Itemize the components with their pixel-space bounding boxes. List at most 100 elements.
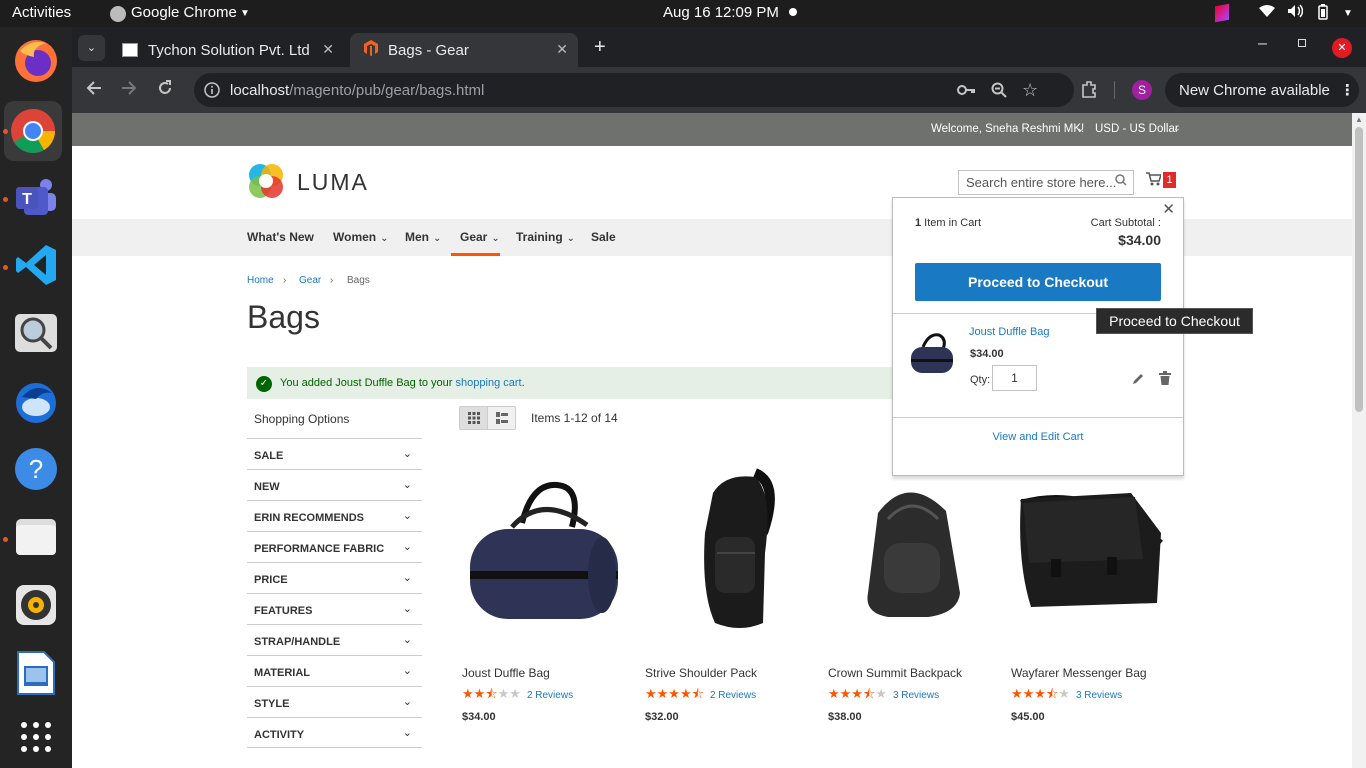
product-item[interactable]: Wayfarer Messenger Bag ★★★⯪★ 3 Reviews $4… xyxy=(1011,463,1186,723)
libreoffice-writer-icon[interactable] xyxy=(10,647,62,699)
close-tab-icon[interactable]: ✕ xyxy=(556,41,568,58)
product-name[interactable]: Wayfarer Messenger Bag xyxy=(1011,666,1147,680)
list-view-button[interactable] xyxy=(488,407,516,429)
thunderbird-icon[interactable] xyxy=(10,375,62,427)
back-icon[interactable] xyxy=(86,80,102,101)
profile-avatar[interactable]: S xyxy=(1132,80,1152,100)
cart-item-name[interactable]: Joust Duffle Bag xyxy=(969,326,1050,338)
search-icon[interactable] xyxy=(1115,174,1127,189)
page-scrollbar[interactable]: ▲ xyxy=(1352,113,1366,768)
wifi-icon[interactable] xyxy=(1258,4,1276,22)
extensions-icon[interactable] xyxy=(1080,80,1098,103)
qty-input[interactable]: 1 xyxy=(992,365,1037,391)
chrome-icon[interactable] xyxy=(4,101,62,161)
nav-sale[interactable]: Sale xyxy=(591,230,616,244)
files-icon[interactable] xyxy=(10,511,62,563)
reviews-link[interactable]: 3 Reviews xyxy=(893,690,939,701)
joust-duffle-bag-image[interactable] xyxy=(462,463,622,633)
filter-erin-recommends[interactable]: ERIN RECOMMENDS ⌄ xyxy=(247,500,422,531)
rhythmbox-icon[interactable] xyxy=(10,579,62,631)
scrollbar-thumb[interactable] xyxy=(1355,127,1363,412)
update-chrome-button[interactable]: New Chrome available ⋮ xyxy=(1165,73,1359,107)
currency-chevron-icon[interactable]: ⌄ xyxy=(1173,123,1181,134)
os-top-bar: Activities Google Chrome ▼ Aug 16 12:09 … xyxy=(0,0,1366,27)
reviews-link[interactable]: 2 Reviews xyxy=(527,690,573,701)
clock[interactable]: Aug 16 12:09 PM xyxy=(663,4,779,21)
close-tab-icon[interactable]: ✕ xyxy=(322,41,334,58)
proceed-to-checkout-button[interactable]: Proceed to Checkout xyxy=(915,263,1161,301)
activities-button[interactable]: Activities xyxy=(12,4,71,21)
app-menu-caret-icon[interactable]: ▼ xyxy=(240,8,250,19)
filter-activity[interactable]: ACTIVITY ⌄ xyxy=(247,717,422,748)
system-menu-caret-icon[interactable]: ▼ xyxy=(1343,8,1353,19)
reload-icon[interactable] xyxy=(157,80,173,101)
account-chevron-icon[interactable]: ⌄ xyxy=(1077,123,1085,134)
search-input[interactable]: Search entire store here... xyxy=(958,170,1134,195)
chevron-down-icon: ⌄ xyxy=(402,696,412,708)
address-bar[interactable]: localhost/magento/pub/gear/bags.html ☆ xyxy=(194,73,1074,107)
zoom-icon[interactable] xyxy=(991,82,1007,102)
logo-text: LUMA xyxy=(297,169,369,195)
forward-icon[interactable] xyxy=(121,80,137,101)
close-window-icon[interactable]: ✕ xyxy=(1332,38,1352,58)
shopping-cart-link[interactable]: shopping cart xyxy=(456,377,522,389)
teams-icon[interactable]: T xyxy=(10,171,62,223)
scroll-up-icon[interactable]: ▲ xyxy=(1355,115,1363,124)
filter-price[interactable]: PRICE ⌄ xyxy=(247,562,422,593)
crown-summit-backpack-image[interactable] xyxy=(828,463,988,633)
grid-view-button[interactable] xyxy=(460,407,488,429)
image-viewer-icon[interactable] xyxy=(10,307,62,359)
product-item[interactable]: Joust Duffle Bag ★★⯪★★ 2 Reviews $34.00 xyxy=(462,463,637,723)
firefox-icon[interactable] xyxy=(10,35,62,87)
grid-icon xyxy=(468,412,480,424)
cart-item-image[interactable] xyxy=(909,331,955,375)
bookmark-star-icon[interactable]: ☆ xyxy=(1022,80,1038,101)
minimize-window-icon[interactable]: – xyxy=(1258,35,1267,53)
reviews-link[interactable]: 2 Reviews xyxy=(710,690,756,701)
nav-women[interactable]: Women ⌄ xyxy=(333,230,389,244)
nav-whats-new[interactable]: What's New xyxy=(247,230,314,244)
product-item[interactable]: Crown Summit Backpack ★★★⯪★ 3 Reviews $38… xyxy=(828,463,1003,723)
cart-counter-badge[interactable]: 1 xyxy=(1163,172,1176,188)
new-tab-icon[interactable]: + xyxy=(594,36,606,59)
app-menu[interactable]: Google Chrome xyxy=(131,4,237,21)
filter-material[interactable]: MATERIAL ⌄ xyxy=(247,655,422,686)
currency-switcher[interactable]: USD - US Dollar xyxy=(1095,123,1179,135)
nav-training[interactable]: Training ⌄ xyxy=(516,230,575,244)
close-icon[interactable]: ✕ xyxy=(1162,200,1175,218)
product-name[interactable]: Strive Shoulder Pack xyxy=(645,666,757,680)
product-item[interactable]: Strive Shoulder Pack ★★★★⯪ 2 Reviews $32.… xyxy=(645,463,820,723)
reviews-link[interactable]: 3 Reviews xyxy=(1076,690,1122,701)
tab-bags-gear[interactable]: Bags - Gear ✕ xyxy=(350,33,578,67)
show-applications-icon[interactable] xyxy=(10,711,62,763)
trash-icon[interactable] xyxy=(1159,371,1171,390)
product-name[interactable]: Crown Summit Backpack xyxy=(828,666,962,680)
filter-sale[interactable]: SALE ⌄ xyxy=(247,438,422,469)
luma-logo[interactable]: LUMA xyxy=(247,162,367,205)
breadcrumb-gear[interactable]: Gear xyxy=(299,275,321,286)
cart-icon[interactable] xyxy=(1145,171,1163,192)
wayfarer-messenger-bag-image[interactable] xyxy=(1011,463,1171,633)
filter-features[interactable]: FEATURES ⌄ xyxy=(247,593,422,624)
help-icon[interactable]: ? xyxy=(10,443,62,495)
battery-icon[interactable] xyxy=(1316,4,1330,24)
tab-tychon[interactable]: Tychon Solution Pvt. Ltd ✕ xyxy=(108,33,344,67)
breadcrumb-home[interactable]: Home xyxy=(247,275,274,286)
edit-pencil-icon[interactable] xyxy=(1132,372,1144,390)
maximize-window-icon[interactable] xyxy=(1298,39,1306,47)
product-name[interactable]: Joust Duffle Bag xyxy=(462,666,550,680)
vscode-icon[interactable] xyxy=(10,239,62,291)
filter-style[interactable]: STYLE ⌄ xyxy=(247,686,422,717)
view-and-edit-cart-link[interactable]: View and Edit Cart xyxy=(893,431,1183,443)
nav-gear[interactable]: Gear ⌄ xyxy=(460,230,500,244)
filter-strap-handle[interactable]: STRAP/HANDLE ⌄ xyxy=(247,624,422,655)
strive-shoulder-pack-image[interactable] xyxy=(645,463,805,633)
password-key-icon[interactable] xyxy=(956,82,976,102)
filter-performance-fabric[interactable]: PERFORMANCE FABRIC ⌄ xyxy=(247,531,422,562)
nav-men[interactable]: Men ⌄ xyxy=(405,230,441,244)
app-indicator-icon[interactable] xyxy=(1215,3,1229,23)
volume-icon[interactable] xyxy=(1287,4,1304,22)
filter-new[interactable]: NEW ⌄ xyxy=(247,469,422,500)
site-info-icon[interactable] xyxy=(204,82,220,102)
tab-search-button[interactable]: ⌄ xyxy=(78,35,105,61)
